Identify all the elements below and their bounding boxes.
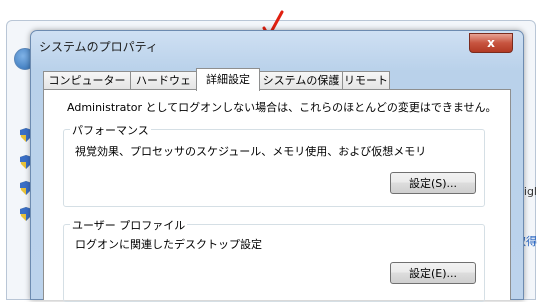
performance-settings-button[interactable]: 設定(S)... (390, 172, 476, 194)
user-profile-description: ログオンに関連したデスクトップ設定 (75, 238, 262, 251)
user-profile-settings-button[interactable]: 設定(E)... (390, 262, 476, 284)
user-profile-group-label: ユーザー プロファイル (70, 217, 188, 233)
performance-group-label: パフォーマンス (70, 122, 151, 138)
tab-hardware[interactable]: ハードウェア (130, 71, 197, 105)
system-properties-dialog: システムのプロパティ x コンピューター名 ハードウェア 詳細設定 システムの保… (30, 30, 524, 302)
tab-advanced[interactable]: 詳細設定 (196, 68, 260, 91)
performance-description: 視覚効果、プロセッサのスケジュール、メモリ使用、および仮想メモリ (75, 145, 427, 158)
tab-remote[interactable]: リモート (342, 71, 390, 90)
user-profile-group: ユーザー プロファイル ログオンに関連したデスクトップ設定 設定(E)... (63, 217, 485, 302)
close-icon: x (487, 36, 495, 50)
advanced-tab-panel: Administrator としてログオンしない場合は、これらのほとんどの変更は… (43, 89, 511, 302)
tab-system-protection[interactable]: システムの保護 (259, 71, 343, 90)
performance-group: パフォーマンス 視覚効果、プロセッサのスケジュール、メモリ使用、および仮想メモリ… (63, 122, 485, 207)
dialog-title: システムのプロパティ (39, 40, 158, 54)
admin-note: Administrator としてログオンしない場合は、これらのほとんどの変更は… (67, 101, 497, 114)
tab-computer-name[interactable]: コンピューター名 (43, 71, 131, 105)
close-button[interactable]: x (469, 33, 513, 53)
